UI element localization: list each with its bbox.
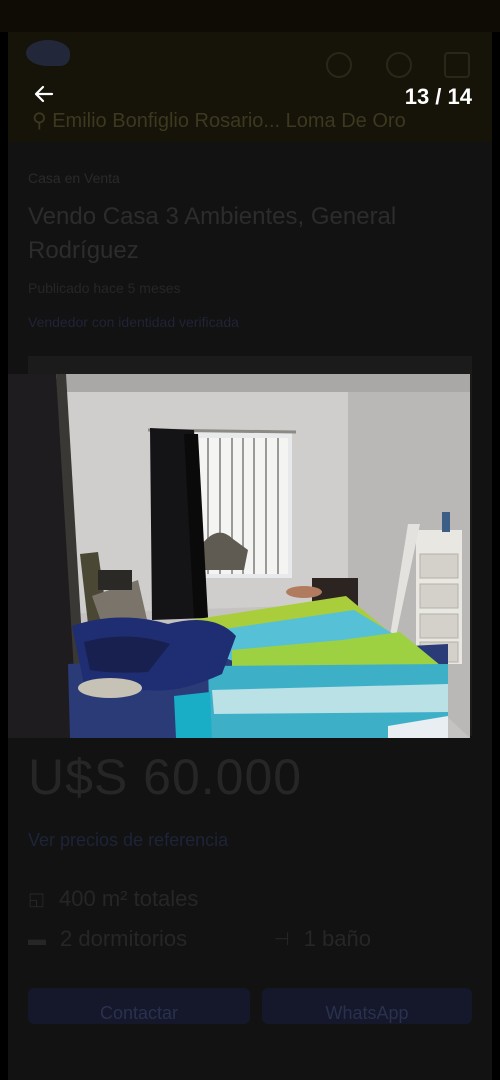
seller-verified: Vendedor con identidad verificada bbox=[28, 314, 239, 330]
spec-bedrooms: ▬ 2 dormitorios bbox=[28, 926, 187, 952]
spec-bedrooms-text: 2 dormitorios bbox=[60, 926, 188, 951]
bedroom-photo bbox=[8, 374, 470, 738]
spec-area: ◱ 400 m² totales bbox=[28, 886, 198, 912]
cart-icon bbox=[444, 52, 470, 78]
listing-category: Casa en Venta bbox=[28, 170, 120, 186]
back-button[interactable] bbox=[26, 76, 62, 112]
location-text: Emilio Bonfiglio Rosario... Loma De Oro bbox=[52, 110, 406, 132]
status-bar bbox=[0, 0, 500, 32]
favorite-icon bbox=[326, 52, 352, 78]
spec-bathrooms: ⊣ 1 baño bbox=[274, 926, 371, 952]
contact-button: Contactar bbox=[28, 988, 250, 1024]
listing-title: Vendo Casa 3 Ambientes, General Rodrígue… bbox=[28, 203, 397, 264]
spec-bathrooms-text: 1 baño bbox=[303, 926, 371, 951]
arrow-left-icon bbox=[34, 85, 54, 103]
photo-counter: 13 / 14 bbox=[404, 84, 472, 109]
app-logo bbox=[26, 40, 70, 66]
location-bar: ⚲ Emilio Bonfiglio Rosario... Loma De Or… bbox=[32, 110, 406, 132]
published-date: Publicado hace 5 meses bbox=[28, 280, 181, 296]
area-icon: ◱ bbox=[28, 888, 46, 909]
bath-icon: ⊣ bbox=[274, 928, 290, 949]
bed-icon: ▬ bbox=[28, 928, 46, 949]
whatsapp-button: WhatsApp bbox=[262, 988, 472, 1024]
reference-prices-link: Ver precios de referencia bbox=[28, 830, 229, 850]
search-icon bbox=[386, 52, 412, 78]
listing-photo[interactable] bbox=[8, 374, 470, 738]
spec-area-text: 400 m² totales bbox=[59, 886, 199, 911]
listing-price: U$S 60.000 bbox=[28, 749, 303, 805]
